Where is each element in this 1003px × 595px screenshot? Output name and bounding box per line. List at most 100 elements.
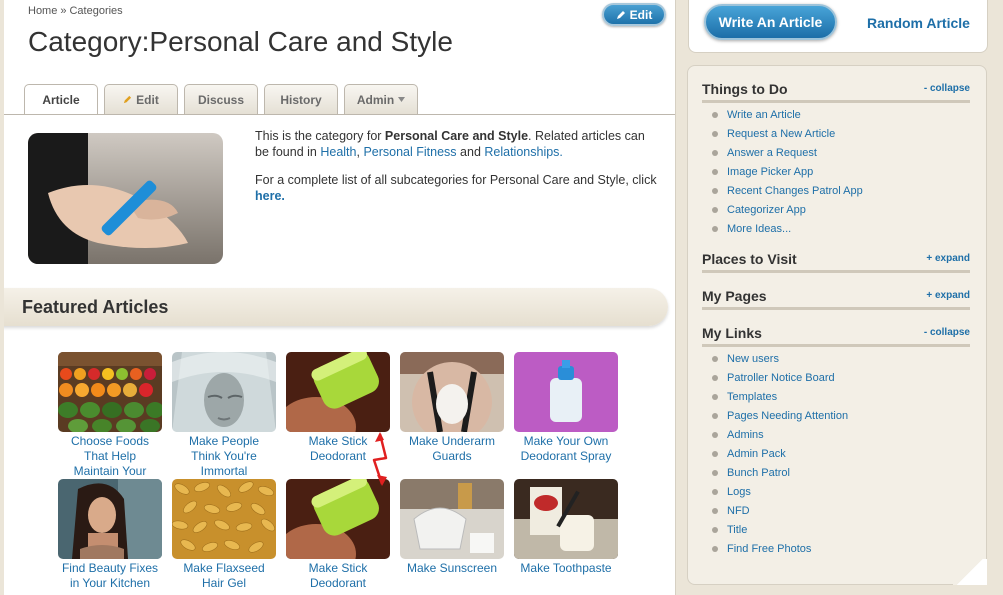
list-item[interactable]: Answer a Request xyxy=(712,143,863,162)
featured-item[interactable]: Choose Foods That Help Maintain Your Bea… xyxy=(58,352,162,494)
tab-history[interactable]: History xyxy=(264,84,338,114)
featured-item[interactable]: Make Stick Deodorant xyxy=(286,479,390,591)
bullet-icon xyxy=(712,469,718,476)
tab-label: Admin xyxy=(356,92,395,107)
woman-portrait-image xyxy=(58,479,162,559)
bullet-icon xyxy=(712,431,718,438)
red-double-arrow-annotation xyxy=(372,432,388,486)
link-here[interactable]: here. xyxy=(255,189,285,203)
bullet-icon xyxy=(712,545,718,552)
underarm-guard-image xyxy=(400,352,504,432)
list-item-label: Image Picker App xyxy=(727,165,814,178)
list-item[interactable]: Bunch Patrol xyxy=(712,463,848,482)
toothpaste-ingredients-image xyxy=(514,479,618,559)
category-name: Personal Care and Style xyxy=(384,129,529,143)
featured-item[interactable]: Make Underarm Guards xyxy=(400,352,504,464)
bullet-icon xyxy=(712,168,718,175)
places-to-visit-header: Places to Visit + expand xyxy=(702,248,970,273)
bullet-icon xyxy=(712,393,718,400)
bullet-icon xyxy=(712,488,718,495)
list-item[interactable]: Write an Article xyxy=(712,105,863,124)
featured-item[interactable]: Make Sunscreen xyxy=(400,479,504,576)
my-links-list: New users Patroller Notice Board Templat… xyxy=(712,349,848,558)
list-item[interactable]: Title xyxy=(712,520,848,539)
list-item-label: Admin Pack xyxy=(727,447,786,460)
list-item[interactable]: Admins xyxy=(712,425,848,444)
pencil-icon xyxy=(616,10,625,19)
list-item[interactable]: Logs xyxy=(712,482,848,501)
list-item[interactable]: Request a New Article xyxy=(712,124,863,143)
edit-page-button[interactable]: Edit xyxy=(602,3,666,26)
list-item[interactable]: Admin Pack xyxy=(712,444,848,463)
list-item[interactable]: Categorizer App xyxy=(712,200,863,219)
my-links-collapse[interactable]: - collapse xyxy=(924,327,970,338)
tab-edit[interactable]: Edit xyxy=(104,84,178,114)
category-intro: This is the category for Personal Care a… xyxy=(255,128,660,216)
bullet-icon xyxy=(712,187,718,194)
bullet-icon xyxy=(712,412,718,419)
tab-admin[interactable]: Admin xyxy=(344,84,418,114)
list-item[interactable]: Pages Needing Attention xyxy=(712,406,848,425)
pencil-icon xyxy=(124,95,132,104)
featured-caption: Make People Think You're Immortal xyxy=(188,434,260,478)
places-to-visit-title: Places to Visit xyxy=(702,251,797,267)
featured-item[interactable]: Make People Think You're Immortal xyxy=(172,352,276,479)
list-item-label: Pages Needing Attention xyxy=(727,409,849,422)
things-to-do-collapse[interactable]: - collapse xyxy=(924,83,970,94)
featured-item[interactable]: Find Beauty Fixes in Your Kitchen xyxy=(58,479,162,591)
link-relationships[interactable]: Relationships. xyxy=(484,145,563,159)
page-title: Category:Personal Care and Style xyxy=(28,26,453,57)
featured-item[interactable]: Make Flaxseed Hair Gel xyxy=(172,479,276,591)
list-item-label: Request a New Article xyxy=(727,127,836,140)
list-item[interactable]: Image Picker App xyxy=(712,162,863,181)
featured-caption: Make Sunscreen xyxy=(406,561,498,575)
bullet-icon xyxy=(712,507,718,514)
list-item-label: More Ideas... xyxy=(727,222,792,235)
fruit-stand-image xyxy=(58,352,162,432)
tab-divider xyxy=(4,114,675,115)
tab-article[interactable]: Article xyxy=(24,84,98,115)
write-an-article-button[interactable]: Write An Article xyxy=(704,4,837,40)
spray-bottle-image xyxy=(514,352,618,432)
featured-item[interactable]: Make Toothpaste xyxy=(514,479,618,576)
things-to-do-list: Write an Article Request a New Article A… xyxy=(712,105,863,238)
list-item[interactable]: NFD xyxy=(712,501,848,520)
bullet-icon xyxy=(712,149,718,156)
tab-discuss[interactable]: Discuss xyxy=(184,84,258,114)
places-to-visit-expand[interactable]: + expand xyxy=(926,253,970,264)
my-pages-title: My Pages xyxy=(702,288,767,304)
random-article-link[interactable]: Random Article xyxy=(867,15,970,31)
featured-caption: Make Stick Deodorant xyxy=(308,561,368,590)
green-deodorant-image xyxy=(286,479,390,559)
featured-caption: Find Beauty Fixes in Your Kitchen xyxy=(61,561,159,590)
list-item-label: Title xyxy=(727,523,748,536)
breadcrumb-categories[interactable]: Categories xyxy=(69,5,122,17)
bullet-icon xyxy=(712,206,718,213)
list-item-label: Categorizer App xyxy=(727,203,806,216)
bullet-icon xyxy=(712,450,718,457)
intro-text: This is the category for xyxy=(255,129,385,143)
list-item[interactable]: Templates xyxy=(712,387,848,406)
sunscreen-ingredients-image xyxy=(400,479,504,559)
bullet-icon xyxy=(712,130,718,137)
list-item[interactable]: More Ideas... xyxy=(712,219,863,238)
list-item[interactable]: Find Free Photos xyxy=(712,539,848,558)
featured-caption: Make Flaxseed Hair Gel xyxy=(183,561,265,590)
green-deodorant-image xyxy=(286,352,390,432)
sidebar-panel: Things to Do - collapse Write an Article… xyxy=(687,65,987,585)
my-pages-header: My Pages + expand xyxy=(702,285,970,310)
sidebar-top-box: Write An Article Random Article xyxy=(688,0,988,53)
list-item-label: Answer a Request xyxy=(727,146,817,159)
list-item[interactable]: Recent Changes Patrol App xyxy=(712,181,863,200)
list-item[interactable]: Patroller Notice Board xyxy=(712,368,848,387)
link-personal-fitness[interactable]: Personal Fitness xyxy=(363,145,456,159)
breadcrumb-home[interactable]: Home xyxy=(28,5,57,17)
my-pages-expand[interactable]: + expand xyxy=(926,290,970,301)
link-health[interactable]: Health xyxy=(320,145,356,159)
list-item-label: Find Free Photos xyxy=(727,542,812,555)
featured-item[interactable]: Make Your Own Deodorant Spray xyxy=(514,352,618,464)
bullet-icon xyxy=(712,374,718,381)
list-item-label: Admins xyxy=(727,428,764,441)
list-item[interactable]: New users xyxy=(712,349,848,368)
list-item-label: Patroller Notice Board xyxy=(727,371,835,384)
